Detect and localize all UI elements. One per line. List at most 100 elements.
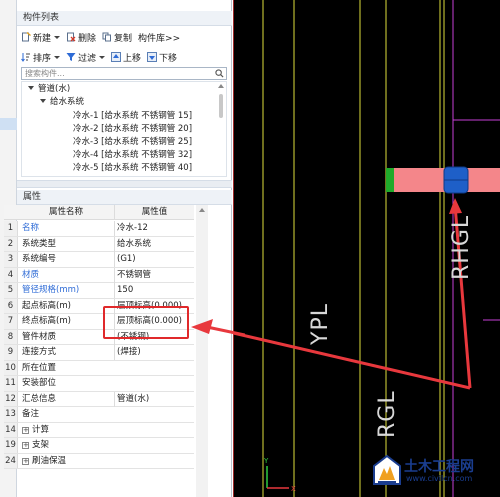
new-icon	[22, 32, 31, 42]
left-strip-selected-item[interactable]	[0, 118, 17, 130]
site-watermark: 土木工程网 www.civilcn.com	[370, 452, 500, 492]
filter-button[interactable]: 过滤	[66, 51, 106, 64]
scroll-up-icon[interactable]	[199, 208, 205, 212]
component-list-title: 构件列表	[17, 11, 232, 26]
property-value[interactable]: (G1)	[114, 252, 194, 267]
property-name: 备注	[22, 409, 40, 419]
tree-item[interactable]: 冷水-2 [给水系统 不锈钢管 20]	[73, 123, 192, 136]
cad-drawing-canvas[interactable]: Y X YPL RGL RHGL	[233, 0, 500, 497]
property-row[interactable]: 11 安装部位	[4, 376, 194, 392]
row-number: 8	[4, 329, 18, 344]
property-name: 所在位置	[22, 362, 57, 373]
property-row[interactable]: 12 汇总信息 管道(水)	[4, 391, 194, 407]
row-number: 12	[4, 391, 18, 406]
watermark-text: 土木工程网	[404, 459, 474, 475]
property-row[interactable]: 2 系统类型 给水系统	[4, 236, 194, 252]
property-name: 管件材质	[22, 331, 57, 342]
tree-node-root[interactable]: 管道(水)	[28, 83, 70, 96]
watermark-logo-icon	[373, 454, 401, 485]
search-icon[interactable]	[215, 69, 224, 78]
search-input[interactable]	[22, 68, 212, 79]
panel-arrow-line	[206, 325, 245, 337]
filter-button-label: 过滤	[78, 53, 97, 64]
property-name: 材质	[22, 269, 40, 280]
property-row[interactable]: 13 备注	[4, 407, 194, 423]
row-number: 1	[4, 221, 18, 236]
expand-plus-icon[interactable]: +	[22, 457, 29, 465]
panel-arrowhead-svg	[191, 319, 245, 337]
row-number: 24	[4, 453, 18, 468]
property-name: 连接方式	[22, 347, 57, 357]
property-row[interactable]: 19 + 支架	[4, 438, 194, 454]
property-row[interactable]: 1 名称 冷水-12	[4, 221, 194, 237]
annotation-arrowhead	[449, 198, 462, 214]
new-button[interactable]: 新建	[21, 31, 61, 44]
filter-dropdown-caret-icon[interactable]	[99, 55, 106, 59]
property-value[interactable]: 不锈钢管	[114, 267, 194, 283]
row-number: 6	[4, 298, 18, 313]
tree-item[interactable]: 冷水-1 [给水系统 不锈钢管 15]	[73, 110, 192, 123]
tree-scroll-up-icon[interactable]	[218, 84, 224, 88]
property-row[interactable]: 10 所在位置	[4, 360, 194, 376]
component-library-button[interactable]: 构件库>>	[138, 31, 180, 44]
row-number: 9	[4, 345, 18, 360]
row-number: 2	[4, 236, 18, 251]
expand-plus-icon[interactable]: +	[22, 442, 29, 449]
y-axis-label: Y	[263, 457, 269, 465]
move-down-button[interactable]: 下移	[147, 51, 177, 64]
property-row[interactable]: 9 连接方式 (焊接)	[4, 345, 194, 361]
row-number: 5	[4, 283, 18, 298]
expand-arrow-icon[interactable]	[28, 86, 34, 90]
tree-item[interactable]: 冷水-4 [给水系统 不锈钢管 32]	[73, 149, 192, 162]
property-value[interactable]: 150	[114, 283, 194, 298]
property-value[interactable]: 给水系统	[114, 236, 194, 252]
property-name: 系统类型	[22, 238, 57, 249]
property-name: 名称	[22, 223, 40, 233]
property-name: 终点标高(m)	[22, 316, 71, 326]
sort-button[interactable]: 排序	[21, 51, 61, 64]
pipe-end-fitting[interactable]	[386, 168, 394, 192]
property-name: 起点标高(m)	[22, 300, 71, 311]
property-row[interactable]: 3 系统编号 (G1)	[4, 252, 194, 268]
property-row[interactable]: 24 + 刷油保温	[4, 453, 194, 469]
property-group-label: 刷油保温	[32, 455, 67, 466]
properties-scrollbar[interactable]	[196, 205, 208, 497]
copy-button-label: 复制	[114, 33, 133, 44]
expand-plus-icon[interactable]: +	[22, 426, 29, 434]
tree-item[interactable]: 冷水-3 [给水系统 不锈钢管 25]	[73, 136, 192, 149]
property-row[interactable]: 14 + 计算	[4, 422, 194, 438]
copy-icon	[102, 32, 112, 42]
expand-arrow-icon[interactable]	[40, 99, 46, 103]
tree-item[interactable]: 冷水-5 [给水系统 不锈钢管 40]	[73, 162, 192, 175]
row-number: 13	[4, 407, 18, 422]
row-number: 7	[4, 314, 18, 329]
arrow-down-icon	[147, 52, 158, 62]
tree-node-root-label: 管道(水)	[38, 84, 71, 94]
row-number: 4	[4, 267, 18, 282]
property-value[interactable]: 管道(水)	[114, 391, 194, 407]
annotation-arrow	[233, 331, 471, 390]
property-group-label: 支架	[32, 440, 50, 450]
panel-splitter[interactable]	[17, 180, 232, 188]
sort-dropdown-caret-icon[interactable]	[54, 55, 61, 59]
copy-button[interactable]: 复制	[102, 31, 132, 44]
delete-button[interactable]: 删除	[66, 31, 96, 44]
move-up-button[interactable]: 上移	[111, 51, 141, 64]
property-name: 安装部位	[22, 378, 57, 388]
property-value[interactable]: 冷水-12	[114, 221, 194, 236]
tree-scrollbar[interactable]	[219, 94, 223, 118]
property-row[interactable]: 4 材质 不锈钢管	[4, 267, 194, 283]
property-value[interactable]: (焊接)	[114, 345, 194, 360]
tree-node-group[interactable]: 给水系统	[40, 96, 84, 109]
highlight-box	[103, 306, 189, 339]
property-name: + 刷油保温	[22, 454, 110, 469]
property-name: 管径规格(mm)	[22, 285, 80, 295]
arrow-up-icon	[111, 52, 122, 62]
delete-icon	[67, 32, 76, 42]
filter-icon	[66, 53, 76, 61]
property-row[interactable]: 5 管径规格(mm) 150	[4, 283, 194, 299]
properties-title: 属性	[17, 190, 232, 205]
new-dropdown-caret-icon[interactable]	[54, 35, 61, 39]
row-number: 14	[4, 422, 18, 437]
x-axis-label: X	[291, 485, 296, 493]
